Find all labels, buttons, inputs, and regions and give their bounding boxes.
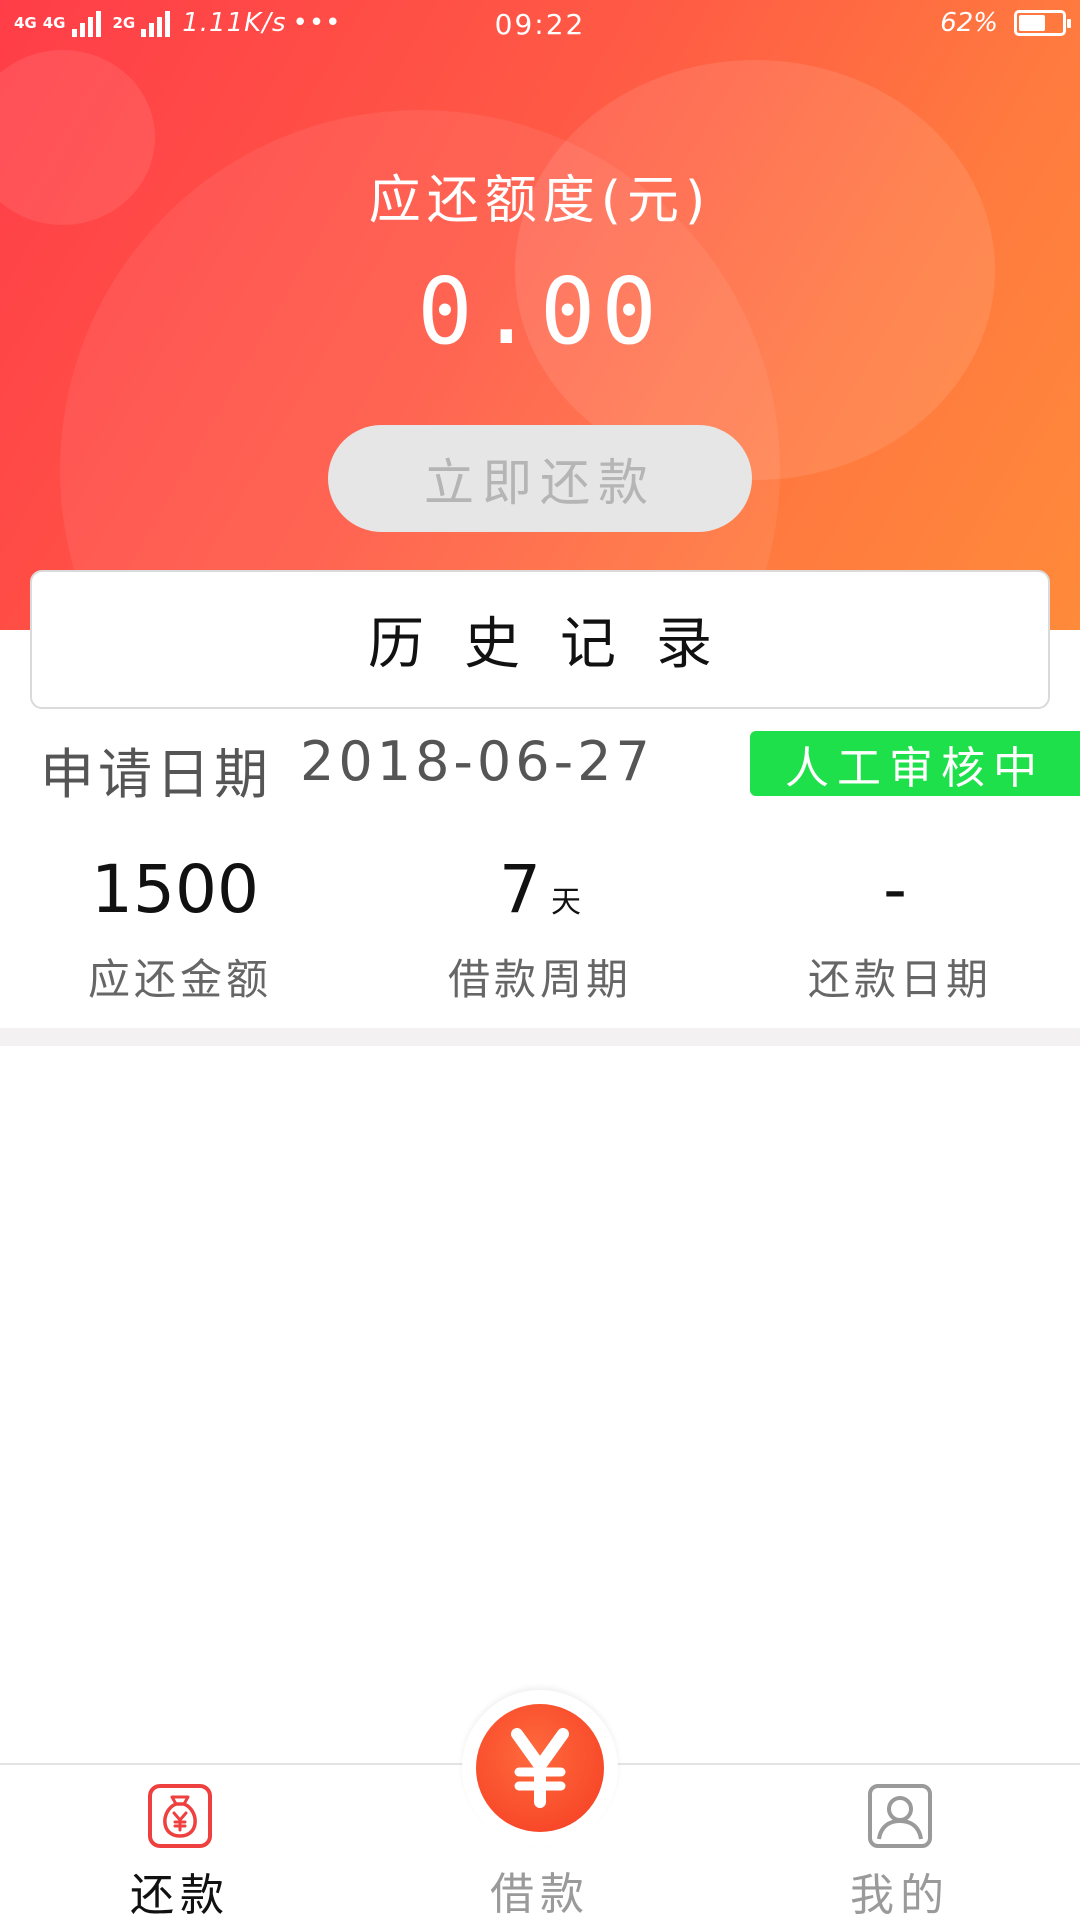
stat-label: 应还金额 [87, 955, 272, 1004]
yen-icon [476, 1704, 604, 1832]
header-banner: 4G 4G 2G 1.11K/s ••• 09:22 62% 应还额度(元) 0… [0, 0, 1080, 630]
apply-date-label: 申请日期 [40, 743, 272, 806]
stat-value: - [720, 850, 1080, 930]
clock: 09:22 [494, 8, 586, 41]
stat-value: 1500 [0, 850, 360, 930]
due-amount: 0.00 [417, 258, 663, 365]
stat-label: 还款日期 [807, 955, 992, 1004]
section-divider [0, 1028, 1080, 1046]
nav-label: 还款 [130, 1870, 230, 1921]
nav-item-repay[interactable]: 还款 [70, 1765, 290, 1922]
status-badge: 人工审核中 [750, 731, 1080, 796]
stat-amount-due: 1500 应还金额 [0, 850, 360, 1010]
record-stats: 1500 应还金额 7天 借款周期 - 还款日期 [0, 850, 1080, 1010]
nav-item-borrow[interactable]: 借款 [440, 1690, 640, 1920]
due-label: 应还额度(元) [368, 171, 712, 231]
history-records-button[interactable]: 历史记录 [30, 570, 1050, 709]
repay-now-button[interactable]: 立即还款 [328, 425, 752, 532]
battery-level [1019, 15, 1045, 31]
stat-unit: 天 [551, 885, 581, 920]
nav-label: 我的 [850, 1870, 950, 1921]
stat-label: 借款周期 [447, 955, 632, 1004]
nav-item-mine[interactable]: 我的 [790, 1765, 1010, 1922]
stat-repay-date: - 还款日期 [720, 850, 1080, 1010]
profile-icon [867, 1783, 933, 1849]
stat-number: - [883, 851, 907, 928]
stat-number: 1500 [91, 851, 259, 928]
apply-date-value: 2018-06-27 [300, 730, 654, 793]
stat-number: 7 [499, 851, 541, 928]
stat-loan-period: 7天 借款周期 [360, 850, 720, 1010]
apply-date-row: 申请日期 2018-06-27 [40, 730, 654, 809]
money-bag-icon [147, 1783, 213, 1849]
stat-value: 7天 [360, 850, 720, 930]
battery-icon [1014, 10, 1071, 36]
status-bar: 4G 4G 2G 1.11K/s ••• 09:22 62% [0, 0, 1080, 52]
battery-percent: 62% [940, 8, 998, 38]
nav-label: 借款 [490, 1869, 590, 1920]
